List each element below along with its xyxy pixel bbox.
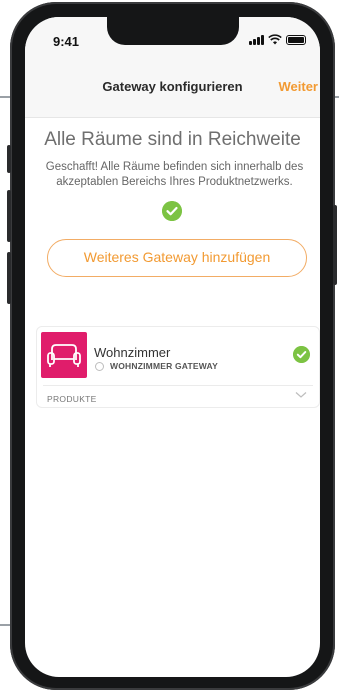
room-image: [41, 332, 87, 378]
signal-icon: [249, 34, 264, 45]
chevron-down-icon[interactable]: [295, 391, 307, 399]
phone-volume-up: [7, 190, 11, 242]
spinner-icon: [95, 361, 104, 371]
add-gateway-button[interactable]: Weiteres Gateway hinzufügen: [47, 239, 307, 277]
background-line: [0, 96, 10, 98]
phone-volume-down: [7, 252, 11, 304]
check-icon: [162, 201, 182, 221]
phone-mute-switch: [7, 145, 11, 173]
status-description: Geschafft! Alle Räume befinden sich inne…: [45, 161, 304, 188]
status-heading: Alle Räume sind in Reichweite: [44, 129, 301, 150]
notch: [107, 17, 239, 45]
wifi-icon: [268, 34, 282, 45]
phone-screen: 9:41 Gateway konfigurieren Weiter Alle R…: [25, 17, 320, 677]
page-title: Gateway konfigurieren: [102, 79, 243, 94]
battery-icon: [286, 34, 306, 45]
divider: [43, 385, 313, 386]
check-icon: [293, 346, 310, 363]
room-card[interactable]: Wohnzimmer WOHNZIMMER GATEWAY PRODUKTE: [36, 326, 320, 408]
room-name: Wohnzimmer: [94, 345, 171, 360]
gateway-status: WOHNZIMMER GATEWAY: [95, 361, 218, 371]
status-time: 9:41: [53, 34, 80, 49]
phone-power-button: [333, 205, 337, 285]
gateway-name: WOHNZIMMER GATEWAY: [110, 361, 218, 371]
background-line: [0, 624, 10, 626]
status-icons: [249, 34, 306, 45]
status-bar: 9:41: [25, 17, 320, 61]
next-button[interactable]: Weiter: [279, 79, 319, 94]
sofa-icon: [47, 344, 81, 367]
products-toggle-label[interactable]: PRODUKTE: [47, 394, 97, 404]
